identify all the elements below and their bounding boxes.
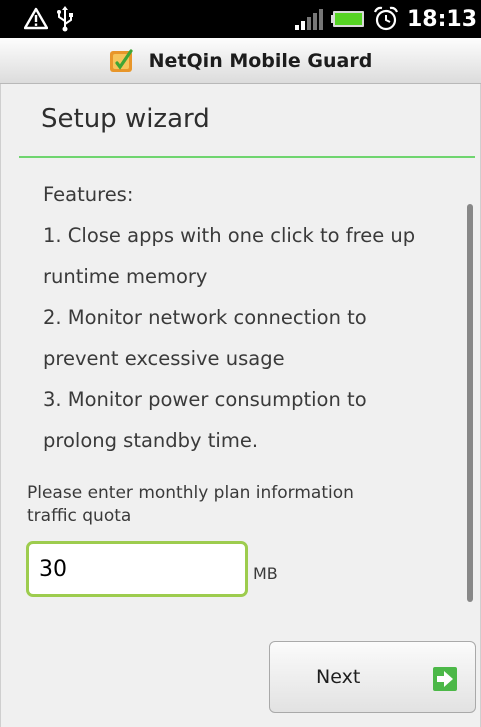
next-button-label: Next [316,666,361,688]
quota-unit-label: MB [253,564,278,583]
feature-line: runtime memory [43,265,208,288]
quota-label: Please enter monthly plan information tr… [27,482,447,528]
app-title: NetQin Mobile Guard [148,49,373,72]
quota-input[interactable] [26,541,248,597]
feature-line: prevent excessive usage [43,347,285,370]
app-title-bar: NetQin Mobile Guard [0,38,481,84]
quota-label-line: traffic quota [27,506,132,526]
status-time: 18:13 [406,6,477,32]
title-divider [19,156,475,158]
feature-line: 3. Monitor power consumption to [43,388,367,411]
battery-icon [330,11,364,27]
status-right-icons: 18:13 [294,4,477,34]
features-text: Features: 1. Close apps with one click t… [43,174,453,461]
setup-wizard-panel: Setup wizard Features: 1. Close apps wit… [0,84,481,727]
usb-icon [57,6,73,32]
features-heading: Features: [43,183,134,206]
warning-icon [24,7,48,30]
netqin-logo-icon [109,48,133,72]
feature-line: prolong standby time. [43,429,259,452]
signal-icon [294,9,323,30]
alarm-icon [373,6,398,31]
quota-label-line: Please enter monthly plan information [27,483,354,503]
status-bar: 18:13 [0,0,481,38]
status-left-icons [24,4,74,34]
wizard-title: Setup wizard [41,104,210,134]
next-button[interactable]: Next [269,641,476,713]
next-arrow-icon [433,667,457,691]
feature-line: 1. Close apps with one click to free up [43,224,416,247]
scrollbar[interactable] [467,204,473,602]
feature-line: 2. Monitor network connection to [43,306,367,329]
